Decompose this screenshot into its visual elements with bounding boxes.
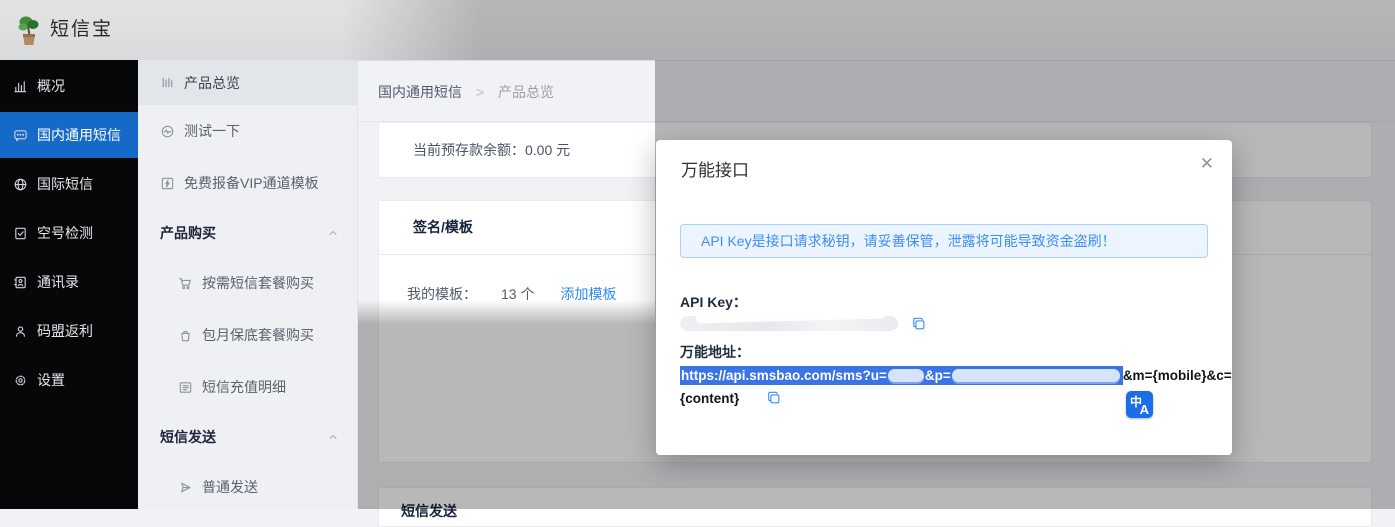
url-password-redacted bbox=[952, 369, 1120, 382]
breadcrumb-separator: > bbox=[476, 84, 484, 100]
submenu-item-label: 产品购买 bbox=[160, 223, 216, 243]
my-template-label: 我的模板： bbox=[407, 286, 477, 302]
submenu-item-buy-monthly[interactable]: 包月保底套餐购买 bbox=[138, 309, 357, 361]
submenu-item-label: 测试一下 bbox=[184, 121, 240, 141]
sidebar-item-rebate[interactable]: 码盟返利 bbox=[0, 308, 138, 354]
chevron-up-icon bbox=[327, 431, 339, 443]
gear-icon bbox=[13, 373, 28, 388]
breadcrumb-product-overview: 产品总览 bbox=[498, 84, 554, 100]
globe-icon bbox=[13, 177, 28, 192]
contacts-icon bbox=[13, 275, 28, 290]
api-key-value-redacted bbox=[680, 316, 898, 331]
universal-address-label: 万能地址： bbox=[680, 342, 750, 362]
breadcrumb-domestic-sms[interactable]: 国内通用短信 bbox=[378, 84, 462, 100]
close-icon[interactable]: ✕ bbox=[1198, 152, 1216, 176]
api-key-warning: API Key是接口请求秘钥，请妥善保管，泄露将可能导致资金盗刷！ bbox=[680, 224, 1208, 258]
cart-icon bbox=[178, 276, 193, 291]
url-user-redacted bbox=[888, 369, 924, 382]
submenu-item-label: 产品总览 bbox=[184, 73, 240, 93]
balance-label: 当前预存款余额： bbox=[413, 142, 525, 158]
submenu-item-try-test[interactable]: 测试一下 bbox=[138, 105, 357, 157]
submenu-item-label: 按需短信套餐购买 bbox=[202, 273, 314, 293]
sidebar-item-label: 通讯录 bbox=[37, 272, 79, 292]
rebate-icon bbox=[13, 324, 28, 339]
sidebar-item-label: 国际短信 bbox=[37, 174, 93, 194]
balance-value: 0.00 元 bbox=[525, 142, 570, 158]
list-icon bbox=[178, 380, 193, 395]
submenu-item-product-buy[interactable]: 产品购买 bbox=[138, 209, 357, 257]
secondary-sidebar: 产品总览 测试一下 免费报备VIP通道模板 产品购买 按需短信套餐购买 包月保底… bbox=[138, 60, 358, 509]
sidebar-item-label: 概况 bbox=[37, 76, 65, 96]
selected-url-text: https://api.smsbao.com/sms?u=&p= bbox=[680, 366, 1123, 385]
submenu-item-sms-send[interactable]: 短信发送 bbox=[138, 413, 357, 461]
app-logo-icon bbox=[15, 13, 43, 47]
app-header: 短信宝 bbox=[0, 0, 1395, 61]
sms-send-card-title: 短信发送 bbox=[401, 501, 1371, 521]
submenu-item-buy-ondemand[interactable]: 按需短信套餐购买 bbox=[138, 257, 357, 309]
bars-icon bbox=[160, 75, 175, 90]
submenu-item-product-overview[interactable]: 产品总览 bbox=[138, 60, 357, 105]
sidebar-item-number-check[interactable]: 空号检测 bbox=[0, 210, 138, 256]
copy-icon[interactable] bbox=[912, 317, 926, 331]
breadcrumb: 国内通用短信 > 产品总览 bbox=[378, 82, 554, 102]
submenu-item-label: 普通发送 bbox=[202, 477, 258, 497]
sidebar-item-settings[interactable]: 设置 bbox=[0, 357, 138, 403]
bar-chart-icon bbox=[13, 79, 28, 94]
submenu-item-recharge-detail[interactable]: 短信充值明细 bbox=[138, 361, 357, 413]
check-doc-icon bbox=[13, 226, 28, 241]
sidebar-item-label: 空号检测 bbox=[37, 223, 93, 243]
app-title: 短信宝 bbox=[50, 0, 113, 60]
sidebar-item-label: 国内通用短信 bbox=[37, 125, 121, 145]
submenu-item-label: 包月保底套餐购买 bbox=[202, 325, 314, 345]
api-key-label: API Key： bbox=[680, 292, 747, 312]
modal-title: 万能接口 bbox=[681, 156, 749, 181]
submenu-item-normal-send[interactable]: 普通发送 bbox=[138, 461, 357, 513]
submenu-item-label: 短信充值明细 bbox=[202, 377, 286, 397]
sidebar-item-intl-sms[interactable]: 国际短信 bbox=[0, 161, 138, 207]
primary-sidebar: 概况 国内通用短信 国际短信 空号检测 通讯录 码盟返利 设置 bbox=[0, 60, 138, 509]
translate-icon[interactable]: 中 A bbox=[1126, 391, 1153, 418]
sms-send-card: 短信发送 bbox=[378, 487, 1372, 527]
send-icon bbox=[178, 480, 193, 495]
pulse-icon bbox=[160, 124, 175, 139]
url-content-param: {content} bbox=[680, 391, 739, 406]
sidebar-item-label: 设置 bbox=[37, 370, 65, 390]
sidebar-item-overview[interactable]: 概况 bbox=[0, 63, 138, 109]
chat-icon bbox=[13, 128, 28, 143]
copy-icon[interactable] bbox=[767, 391, 781, 405]
page: { "header": { "brand": "短信宝" }, "sidebar… bbox=[0, 0, 1395, 509]
template-count: 13 个 bbox=[501, 286, 534, 302]
submenu-item-label: 短信发送 bbox=[160, 427, 216, 447]
sidebar-item-domestic-sms[interactable]: 国内通用短信 bbox=[0, 112, 138, 158]
submenu-item-label: 免费报备VIP通道模板 bbox=[184, 173, 319, 193]
submenu-item-vip-template[interactable]: 免费报备VIP通道模板 bbox=[138, 157, 357, 209]
sidebar-item-contacts[interactable]: 通讯录 bbox=[0, 259, 138, 305]
universal-address-value: https://api.smsbao.com/sms?u=&p=&m={mobi… bbox=[680, 366, 1220, 385]
add-template-link[interactable]: 添加模板 bbox=[560, 286, 616, 302]
bag-icon bbox=[178, 328, 193, 343]
sidebar-item-label: 码盟返利 bbox=[37, 321, 93, 341]
url-tail: &m={mobile}&c= bbox=[1123, 368, 1232, 383]
chevron-up-icon bbox=[327, 227, 339, 239]
flash-icon bbox=[160, 176, 175, 191]
